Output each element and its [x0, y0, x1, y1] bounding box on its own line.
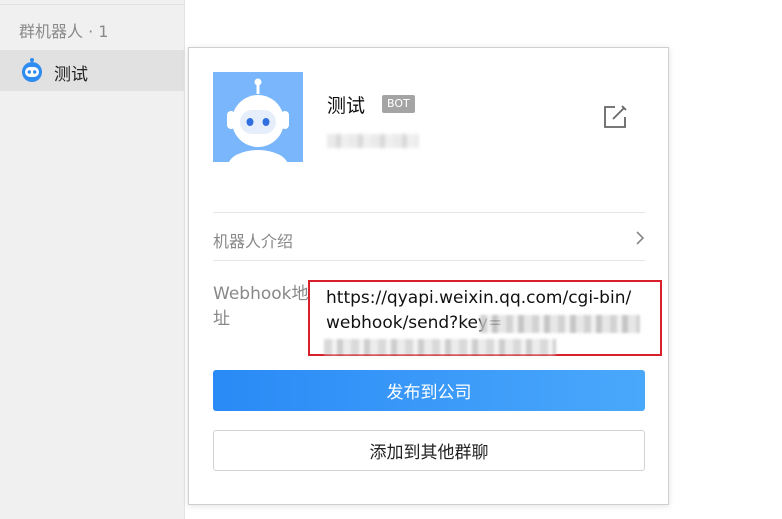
bot-profile-card: 测试 BOT 机器人介绍 Webhook地址 https://qyapi.wei… [188, 47, 669, 505]
redacted-subtitle [327, 134, 419, 148]
webhook-url-line2: webhook/send?key= [326, 313, 503, 333]
bot-avatar [213, 72, 303, 162]
sidebar: 群机器人 · 1 测试 [0, 0, 185, 519]
bot-badge: BOT [382, 95, 415, 113]
bot-intro-label: 机器人介绍 [213, 232, 294, 251]
sidebar-item-label: 测试 [54, 65, 88, 85]
app-window: 群机器人 · 1 测试 测试 BOT 机器人介绍 Webhook地址 https… [0, 0, 782, 519]
webhook-url-box[interactable]: https://qyapi.weixin.qq.com/cgi-bin/ web… [308, 280, 662, 356]
webhook-label: Webhook地址 [213, 284, 309, 329]
bot-name: 测试 [327, 95, 366, 117]
divider [213, 260, 645, 261]
divider [213, 212, 645, 213]
add-to-other-groups-button[interactable]: 添加到其他群聊 [213, 430, 645, 471]
webhook-url-line1: https://qyapi.weixin.qq.com/cgi-bin/ [326, 288, 632, 308]
edit-icon[interactable] [602, 104, 628, 130]
sidebar-item-bot[interactable]: 测试 [0, 50, 184, 91]
redacted-key [480, 315, 640, 333]
bot-intro-row[interactable]: 机器人介绍 [213, 214, 645, 261]
robot-icon [22, 58, 42, 82]
chevron-right-icon [636, 231, 645, 245]
robot-avatar-icon [213, 72, 303, 162]
group-robots-header: 群机器人 · 1 [19, 22, 109, 41]
publish-to-company-button[interactable]: 发布到公司 [213, 370, 645, 411]
sidebar-divider [0, 0, 184, 5]
redacted-key-continued [324, 339, 556, 355]
